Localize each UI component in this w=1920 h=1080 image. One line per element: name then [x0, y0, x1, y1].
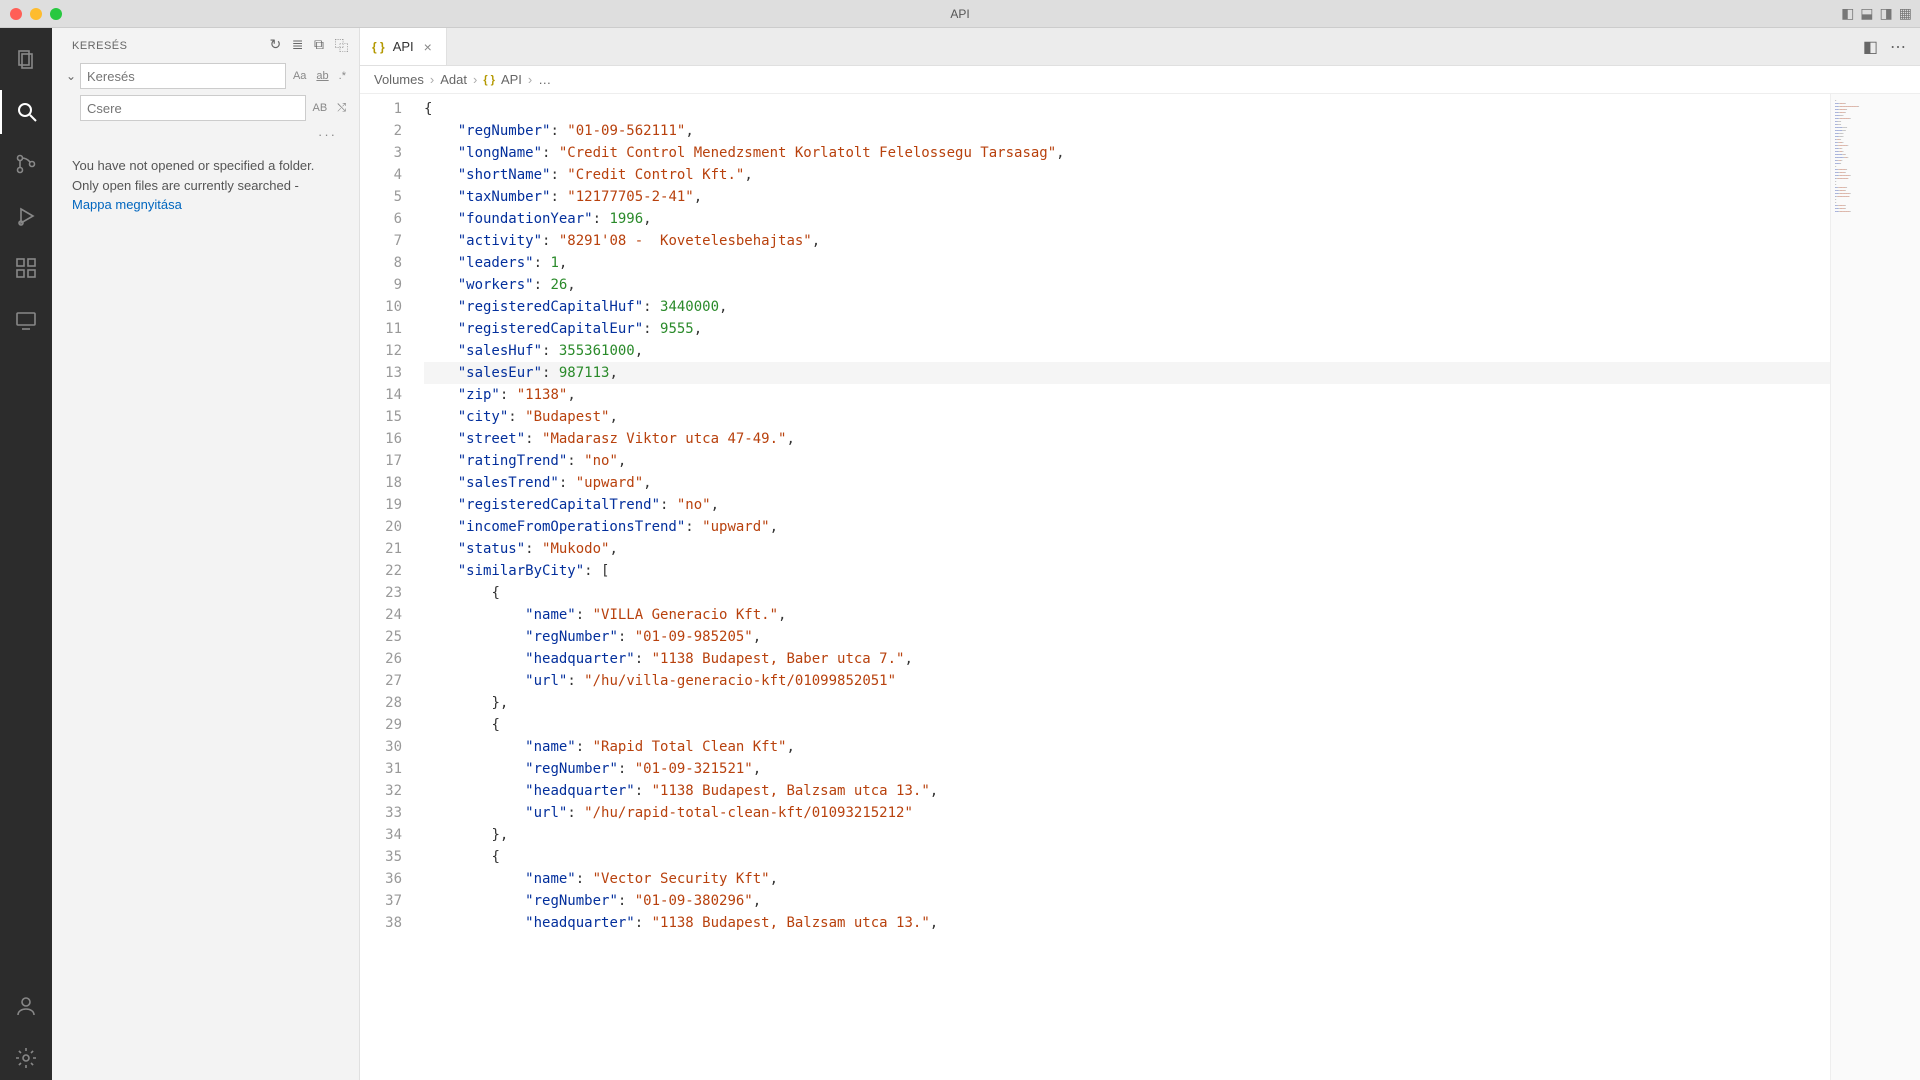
open-folder-link[interactable]: Mappa megnyitása: [72, 197, 182, 212]
split-editor-icon[interactable]: ◧: [1863, 37, 1878, 57]
use-regex-icon[interactable]: .*: [336, 68, 349, 84]
replace-input[interactable]: [80, 95, 306, 121]
activity-run-debug[interactable]: [0, 194, 52, 238]
customize-layout-icon[interactable]: ▦: [1899, 5, 1912, 22]
new-search-editor-icon[interactable]: ⧉: [314, 36, 325, 56]
window-controls: [10, 8, 62, 20]
sidebar-title: KERESÉS: [72, 40, 127, 52]
activity-extensions[interactable]: [0, 246, 52, 290]
editor-tabs: { } API × ◧ ⋯: [360, 28, 1920, 66]
collapse-results-icon[interactable]: ⿻: [335, 36, 350, 56]
line-number-gutter: 1234567891011121314151617181920212223242…: [360, 94, 416, 1080]
activity-settings[interactable]: [0, 1036, 52, 1080]
sidebar-message: You have not opened or specified a folde…: [52, 146, 359, 225]
tab-api[interactable]: { } API ×: [360, 28, 447, 65]
preserve-case-icon[interactable]: AB: [310, 100, 331, 117]
close-tab-icon[interactable]: ×: [422, 39, 434, 55]
toggle-secondary-sidebar-icon[interactable]: ◨: [1880, 5, 1893, 22]
match-case-icon[interactable]: Aa: [290, 68, 309, 84]
editor-area: { } API × ◧ ⋯ Volumes› Adat› { } API› … …: [360, 28, 1920, 1080]
code-editor[interactable]: 1234567891011121314151617181920212223242…: [360, 94, 1830, 1080]
activity-account[interactable]: [0, 984, 52, 1028]
clear-results-icon[interactable]: ≣: [292, 36, 304, 56]
activity-explorer[interactable]: [0, 38, 52, 82]
layout-controls: ◧ ⬓ ◨ ▦: [1841, 5, 1912, 22]
match-whole-word-icon[interactable]: ab: [313, 68, 331, 84]
search-input[interactable]: [80, 63, 286, 89]
activity-search[interactable]: [0, 90, 52, 134]
more-actions-icon[interactable]: ⋯: [1890, 37, 1906, 57]
activity-remote[interactable]: [0, 298, 52, 342]
json-file-icon: { }: [483, 74, 495, 86]
toggle-replace-chevron-icon[interactable]: ⌄: [62, 69, 80, 83]
titlebar: API ◧ ⬓ ◨ ▦: [0, 0, 1920, 28]
minimize-window-button[interactable]: [30, 8, 42, 20]
maximize-window-button[interactable]: [50, 8, 62, 20]
code-content[interactable]: { "regNumber": "01-09-562111", "longName…: [416, 94, 1830, 1080]
replace-all-icon[interactable]: ⤭: [334, 100, 349, 117]
toggle-primary-sidebar-icon[interactable]: ◧: [1841, 5, 1854, 22]
minimap[interactable]: ▬▬▬▬▬▬▬▬▬▬▬▬▬▬▬▬▬▬▬▬▬▬▬▬▬▬▬▬▬▬▬▬▬▬▬▬▬▬▬▬…: [1830, 94, 1920, 1080]
activity-bar: [0, 28, 52, 1080]
close-window-button[interactable]: [10, 8, 22, 20]
json-file-icon: { }: [372, 40, 385, 54]
toggle-search-details[interactable]: ···: [62, 127, 349, 146]
breadcrumb[interactable]: Volumes› Adat› { } API› …: [360, 66, 1920, 94]
tab-label: API: [393, 39, 414, 54]
activity-source-control[interactable]: [0, 142, 52, 186]
window-title: API: [950, 7, 969, 21]
search-sidebar: KERESÉS ↻ ≣ ⧉ ⿻ ⌄ Aa ab .*: [52, 28, 360, 1080]
toggle-panel-icon[interactable]: ⬓: [1860, 5, 1873, 22]
refresh-icon[interactable]: ↻: [270, 36, 282, 56]
